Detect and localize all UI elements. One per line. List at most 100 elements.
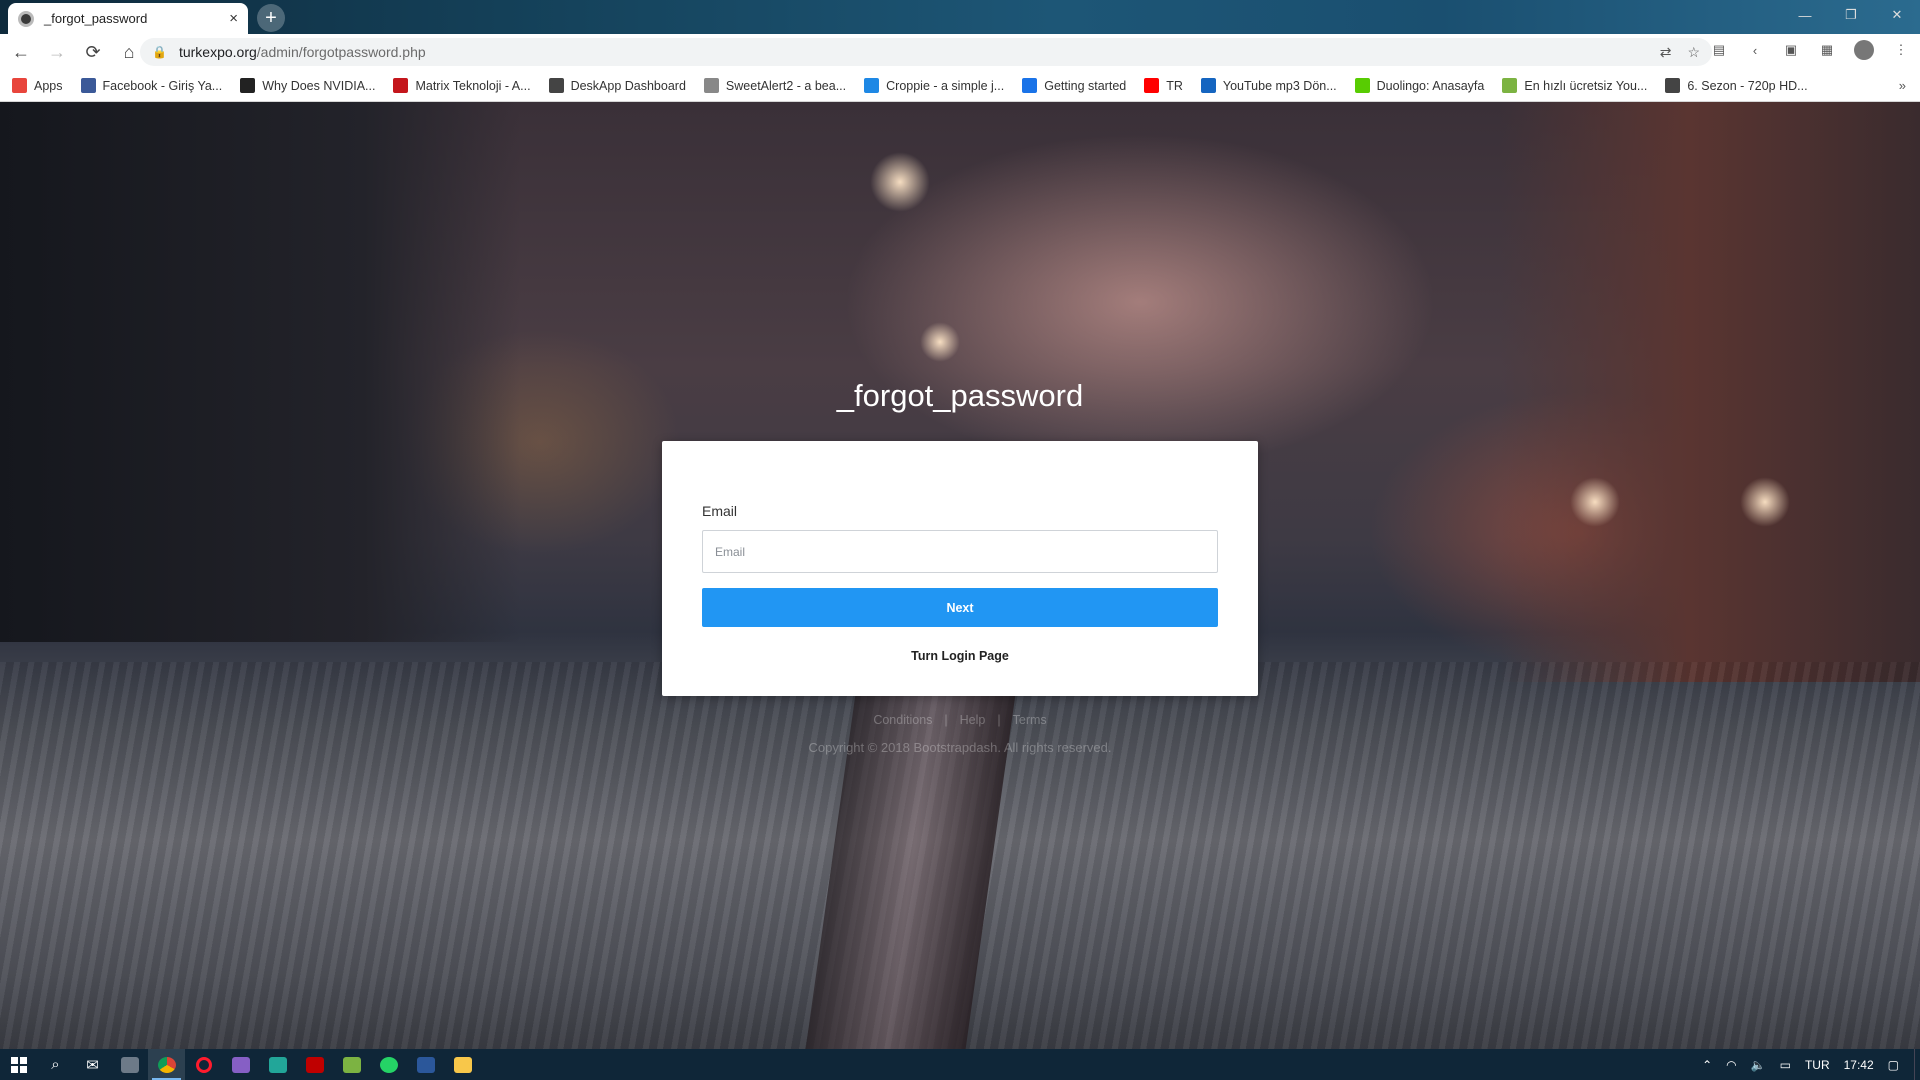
bookmark-item[interactable]: Facebook - Giriş Ya... — [80, 78, 222, 93]
footer-link-terms[interactable]: Terms — [1013, 713, 1047, 727]
footer-link-conditions[interactable]: Conditions — [873, 713, 932, 727]
bookmark-label: Apps — [34, 78, 63, 93]
page-title: _forgot_password — [836, 378, 1084, 413]
extension-icon[interactable]: ▣ — [1782, 41, 1800, 59]
bookmark-label: Getting started — [1044, 78, 1127, 93]
bookmark-favicon-icon — [80, 78, 96, 93]
calculator-icon[interactable] — [111, 1049, 148, 1080]
window-controls: — ❐ ✕ — [1782, 0, 1920, 30]
show-desktop-button[interactable] — [1914, 1049, 1920, 1080]
battery-icon[interactable]: ▭ — [1780, 1058, 1791, 1072]
email-field[interactable] — [702, 530, 1218, 573]
wifi-icon[interactable]: ◠ — [1726, 1058, 1736, 1072]
menu-dots-icon[interactable]: ⋮ — [1892, 41, 1910, 59]
bookmark-item[interactable]: DeskApp Dashboard — [548, 78, 686, 93]
minimize-button[interactable]: — — [1782, 0, 1828, 30]
footer-separator: | — [944, 713, 948, 727]
bookmark-item[interactable]: Why Does NVIDIA... — [240, 78, 375, 93]
bookmark-item[interactable]: Apps — [12, 78, 63, 93]
bookmark-favicon-icon — [240, 78, 256, 93]
bookmark-item[interactable]: En hızlı ücretsiz You... — [1502, 78, 1647, 93]
bookmark-item[interactable]: Croppie - a simple j... — [864, 78, 1004, 93]
volume-icon[interactable]: 🔈 — [1751, 1058, 1766, 1072]
android-studio-icon[interactable] — [333, 1049, 370, 1080]
address-bar[interactable]: 🔒 turkexpo.org /admin/forgotpassword.php… — [140, 38, 1712, 66]
notifications-icon[interactable]: ▢ — [1888, 1058, 1899, 1072]
back-button[interactable]: ← — [6, 37, 36, 67]
bookmark-favicon-icon — [864, 78, 880, 93]
bookmark-favicon-icon — [393, 78, 409, 93]
bookmark-favicon-icon — [1022, 78, 1038, 93]
vscode-icon[interactable] — [259, 1049, 296, 1080]
next-button[interactable]: Next — [702, 588, 1218, 627]
search-icon[interactable]: ⌕ — [37, 1049, 74, 1080]
forward-button[interactable]: → — [42, 37, 72, 67]
url-path: /admin/forgotpassword.php — [256, 44, 426, 60]
footer-links: Conditions | Help | Terms — [0, 713, 1920, 727]
bookmark-item[interactable]: TR — [1144, 78, 1183, 93]
bookmark-favicon-icon — [12, 78, 27, 93]
translate-icon[interactable]: ⇄ — [1660, 44, 1672, 61]
lock-icon: 🔒 — [152, 45, 167, 59]
start-button[interactable] — [0, 1049, 37, 1080]
bookmark-label: DeskApp Dashboard — [570, 78, 686, 93]
windows-logo-icon — [10, 1056, 27, 1073]
bookmark-label: 6. Sezon - 720p HD... — [1687, 78, 1808, 93]
bookmark-label: SweetAlert2 - a bea... — [725, 78, 847, 93]
footer-link-help[interactable]: Help — [960, 713, 986, 727]
bookmark-favicon-icon — [1354, 78, 1370, 93]
input-language[interactable]: TUR — [1805, 1058, 1830, 1072]
system-tray: ⌃ ◠ 🔈 ▭ TUR 17:42 ▢ — [1695, 1049, 1920, 1080]
tab-favicon-icon — [18, 10, 34, 27]
chevron-up-icon[interactable]: ⌃ — [1702, 1058, 1712, 1072]
maximize-button[interactable]: ❐ — [1828, 0, 1874, 30]
street-lamp-glow — [920, 322, 960, 362]
bookmarks-overflow-button[interactable]: » — [1899, 78, 1906, 93]
bookmark-item[interactable]: Matrix Teknoloji - A... — [393, 78, 531, 93]
footer-separator: | — [997, 713, 1001, 727]
profile-avatar-icon[interactable] — [1854, 40, 1874, 60]
turn-login-page-link[interactable]: Turn Login Page — [662, 649, 1258, 663]
bookmark-item[interactable]: YouTube mp3 Dön... — [1200, 78, 1337, 93]
extensions-area: ▤ ‹ ▣ ▦ ⋮ — [1710, 40, 1910, 60]
bookmark-item[interactable]: Getting started — [1022, 78, 1126, 93]
whatsapp-icon[interactable] — [370, 1049, 407, 1080]
bookmark-item[interactable]: SweetAlert2 - a bea... — [703, 78, 847, 93]
bookmark-favicon-icon — [1502, 78, 1518, 93]
word-icon[interactable] — [407, 1049, 444, 1080]
extension-icon[interactable]: ▤ — [1710, 41, 1728, 59]
tab-close-icon[interactable]: × — [229, 10, 238, 27]
street-lamp-glow — [1740, 477, 1790, 527]
bookmark-label: YouTube mp3 Dön... — [1222, 78, 1337, 93]
bookmark-label: TR — [1166, 78, 1183, 93]
extension-icon[interactable]: ▦ — [1818, 41, 1836, 59]
bookmark-label: En hızlı ücretsiz You... — [1524, 78, 1648, 93]
new-tab-button[interactable]: + — [257, 4, 285, 32]
reload-button[interactable]: ⟳ — [78, 37, 108, 67]
street-lamp-glow — [1570, 477, 1620, 527]
browser-toolbar: ← → ⟳ ⌂ 🔒 turkexpo.org /admin/forgotpass… — [0, 34, 1920, 70]
browser-tab[interactable]: _forgot_password × — [8, 3, 248, 34]
bookmark-favicon-icon — [548, 78, 564, 93]
bookmark-star-icon[interactable]: ☆ — [1687, 44, 1700, 61]
bookmarks-bar: Apps Facebook - Giriş Ya... Why Does NVIDI… — [0, 70, 1920, 102]
windows-taskbar: ⌕ ✉ ⌃ ◠ 🔈 ▭ TUR 17:42 ▢ — [0, 1049, 1920, 1080]
mail-icon[interactable]: ✉ — [74, 1049, 111, 1080]
bookmark-item[interactable]: 6. Sezon - 720p HD... — [1665, 78, 1808, 93]
extension-icon[interactable]: ‹ — [1746, 41, 1764, 59]
email-label: Email — [702, 503, 738, 519]
page-background: _forgot_password Email Next Turn Login P… — [0, 102, 1920, 1049]
close-window-button[interactable]: ✕ — [1874, 0, 1920, 30]
visual-studio-icon[interactable] — [222, 1049, 259, 1080]
bookmark-favicon-icon — [1665, 78, 1681, 93]
file-explorer-icon[interactable] — [444, 1049, 481, 1080]
chrome-icon[interactable] — [148, 1049, 185, 1080]
bookmark-favicon-icon — [1200, 78, 1216, 93]
filezilla-icon[interactable] — [296, 1049, 333, 1080]
bookmark-item[interactable]: Duolingo: Anasayfa — [1354, 78, 1484, 93]
opera-icon[interactable] — [185, 1049, 222, 1080]
bookmark-favicon-icon — [703, 78, 719, 93]
background-building-left — [0, 102, 520, 642]
street-lamp-glow — [870, 152, 930, 212]
clock[interactable]: 17:42 — [1844, 1058, 1874, 1072]
